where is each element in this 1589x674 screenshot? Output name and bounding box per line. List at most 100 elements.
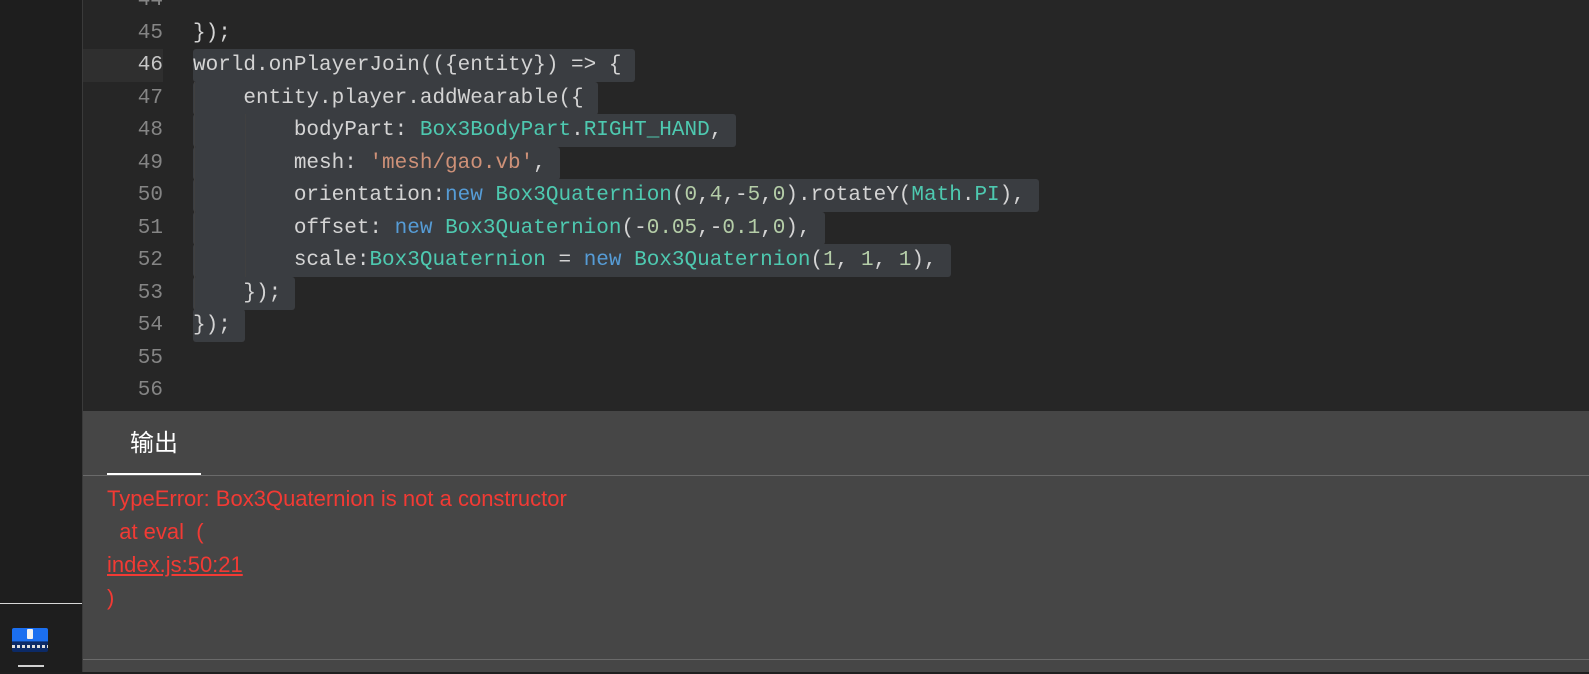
code-token: ).rotateY( bbox=[785, 184, 912, 207]
error-stack-line: at eval ( bbox=[107, 519, 204, 544]
indent-guide bbox=[194, 179, 195, 212]
code-token: , bbox=[709, 119, 723, 142]
code-token: ( bbox=[810, 249, 824, 272]
code-token: , bbox=[533, 151, 546, 175]
line-number: 53 bbox=[137, 281, 163, 305]
code-token: 0.05 bbox=[646, 216, 698, 240]
code-line[interactable]: 56 bbox=[83, 374, 1589, 407]
code-token: = bbox=[545, 249, 584, 272]
code-token: , bbox=[697, 184, 710, 207]
code-line[interactable]: 44 bbox=[83, 0, 1589, 17]
sidebar-grid-icon[interactable] bbox=[18, 665, 44, 674]
code-line[interactable]: 47 entity.player.addWearable({ bbox=[83, 81, 1589, 115]
line-number: 55 bbox=[137, 346, 163, 370]
code-text: offset: new Box3Quaternion(-0.05,-0.1,0)… bbox=[193, 211, 825, 245]
code-text: scale:Box3Quaternion = new Box3Quaternio… bbox=[193, 244, 951, 277]
code-token: 4 bbox=[709, 184, 723, 207]
output-panel-divider bbox=[83, 475, 1589, 476]
code-token: }); bbox=[193, 314, 231, 337]
code-token: . bbox=[571, 119, 584, 142]
code-line[interactable]: 46 world.onPlayerJoin(({entity}) => { bbox=[83, 49, 1589, 82]
code-token: new bbox=[583, 249, 622, 272]
code-token: 1 bbox=[823, 249, 836, 272]
code-token: new bbox=[394, 216, 433, 240]
code-token: ,- bbox=[722, 184, 748, 207]
sidebar-divider bbox=[0, 603, 82, 604]
line-number: 48 bbox=[137, 119, 163, 142]
code-line[interactable]: 53 }); bbox=[83, 276, 1589, 310]
code-token: mesh: bbox=[193, 151, 370, 175]
code-token: Box3Quaternion bbox=[495, 184, 672, 207]
code-token: }); bbox=[193, 21, 231, 45]
code-token: PI bbox=[974, 184, 1000, 207]
code-token: 1 bbox=[860, 249, 874, 272]
error-source-link[interactable]: index.js:50:21 bbox=[107, 552, 243, 578]
indent-guide bbox=[244, 211, 246, 245]
code-token: Math bbox=[911, 184, 962, 207]
code-line[interactable]: 49 mesh: 'mesh/gao.vb', bbox=[83, 146, 1589, 180]
indent-guide bbox=[194, 146, 195, 180]
line-number: 47 bbox=[137, 86, 163, 110]
code-line[interactable]: 45}); bbox=[83, 17, 1589, 50]
code-token: orientation: bbox=[193, 184, 446, 207]
code-line[interactable]: 51 offset: new Box3Quaternion(-0.05,-0.1… bbox=[83, 211, 1589, 245]
line-number: 46 bbox=[83, 49, 163, 82]
code-token: scale: bbox=[193, 249, 370, 272]
code-token: world.onPlayerJoin(({entity}) => { bbox=[193, 54, 622, 77]
code-token: Box3Quaternion bbox=[445, 216, 622, 240]
code-token: 'mesh/gao.vb' bbox=[369, 151, 534, 175]
code-token: 0.1 bbox=[722, 216, 761, 240]
code-token: Box3BodyPart bbox=[419, 119, 572, 142]
code-text: orientation:new Box3Quaternion(0,4,-5,0)… bbox=[193, 179, 1039, 212]
code-token: ), bbox=[999, 184, 1025, 207]
code-token: 0 bbox=[772, 184, 786, 207]
code-line[interactable]: 48 bodyPart: Box3BodyPart.RIGHT_HAND, bbox=[83, 114, 1589, 147]
indent-guide bbox=[244, 146, 246, 180]
indent-guide bbox=[194, 276, 195, 310]
code-token: offset: bbox=[193, 216, 395, 240]
code-token: , bbox=[760, 216, 773, 240]
output-panel-bottom-divider bbox=[83, 659, 1589, 660]
code-line[interactable]: 52 scale:Box3Quaternion = new Box3Quater… bbox=[83, 244, 1589, 277]
code-token: , bbox=[873, 249, 899, 272]
code-line[interactable]: 54}); bbox=[83, 309, 1589, 342]
line-number: 56 bbox=[137, 379, 163, 402]
error-message: TypeError: Box3Quaternion is not a const… bbox=[107, 486, 567, 511]
code-token: , bbox=[835, 249, 861, 272]
code-token: Box3Quaternion bbox=[369, 249, 546, 272]
code-text: }); bbox=[193, 276, 296, 310]
left-sidebar bbox=[0, 0, 82, 672]
code-token: ), bbox=[785, 216, 811, 240]
code-token: RIGHT_HAND bbox=[583, 119, 710, 142]
code-token: 0 bbox=[772, 216, 786, 240]
indent-guide bbox=[194, 244, 195, 277]
code-token: ), bbox=[911, 249, 937, 272]
code-text: }); bbox=[193, 17, 231, 50]
code-line[interactable]: 55 bbox=[83, 342, 1589, 375]
code-line[interactable]: 50 orientation:new Box3Quaternion(0,4,-5… bbox=[83, 179, 1589, 212]
output-panel: 输出 TypeError: Box3Quaternion is not a co… bbox=[83, 411, 1589, 672]
code-text: }); bbox=[193, 309, 245, 342]
line-number: 45 bbox=[137, 21, 163, 45]
code-text: entity.player.addWearable({ bbox=[193, 81, 598, 115]
line-number: 49 bbox=[137, 151, 163, 175]
tab-output[interactable]: 输出 bbox=[107, 411, 201, 475]
code-token: bodyPart: bbox=[193, 119, 420, 142]
indent-guide bbox=[244, 244, 246, 277]
code-token: Box3Quaternion bbox=[634, 249, 811, 272]
line-number: 50 bbox=[137, 184, 163, 207]
code-token: 1 bbox=[898, 249, 912, 272]
code-text: world.onPlayerJoin(({entity}) => { bbox=[193, 49, 636, 82]
code-text: mesh: 'mesh/gao.vb', bbox=[193, 146, 560, 180]
code-token: new bbox=[445, 184, 483, 207]
code-editor[interactable]: 44 45}); 46 world.onPlayerJoin(({entity}) =… bbox=[83, 0, 1589, 411]
code-text: bodyPart: Box3BodyPart.RIGHT_HAND, bbox=[193, 114, 737, 147]
code-token: . bbox=[961, 184, 975, 207]
code-token: }); bbox=[193, 281, 282, 305]
code-token: ( bbox=[671, 184, 685, 207]
code-token: 5 bbox=[747, 184, 761, 207]
line-number: 44 bbox=[137, 0, 163, 12]
